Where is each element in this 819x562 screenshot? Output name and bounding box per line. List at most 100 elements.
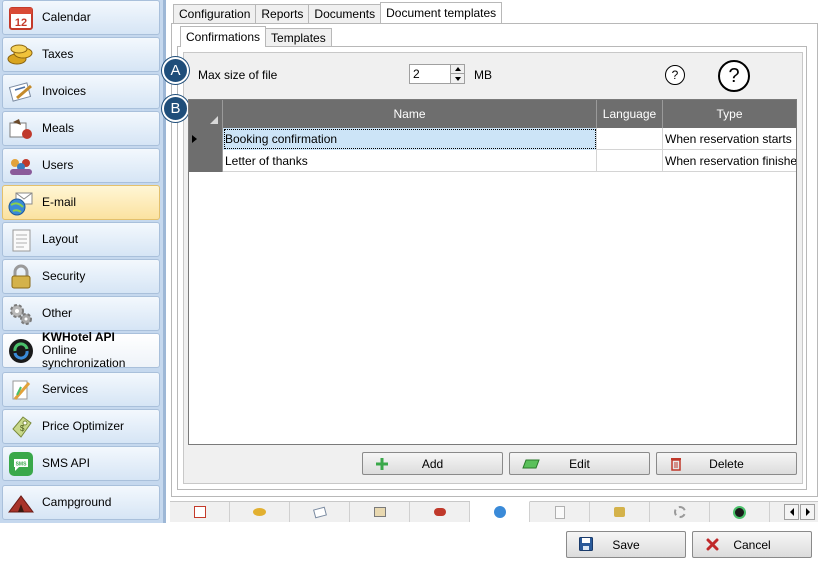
table-row[interactable]: Booking confirmation When reservation st… [189, 128, 796, 150]
layout-icon [6, 226, 36, 254]
shortcut-users[interactable] [410, 502, 470, 522]
sidebar-item-label: Campground [42, 495, 112, 509]
row-header[interactable] [189, 128, 223, 150]
sidebar-item-calendar[interactable]: 12 Calendar [2, 0, 160, 35]
svg-text:SMS: SMS [16, 461, 28, 467]
cell-language[interactable] [597, 150, 663, 172]
help-large-icon[interactable]: ? [718, 60, 750, 92]
section-shortcut-bar [170, 501, 818, 522]
sidebar-item-price-optimizer[interactable]: $ Price Optimizer [2, 409, 160, 444]
main-tab-bar: Configuration Reports Documents Document… [173, 2, 503, 23]
max-file-size-input[interactable] [410, 65, 450, 83]
edit-button[interactable]: Edit [509, 452, 650, 475]
sidebar-item-meals[interactable]: Meals [2, 111, 160, 146]
email-globe-icon [6, 189, 36, 217]
shortcut-email[interactable] [470, 501, 530, 522]
tab-document-templates[interactable]: Document templates [380, 2, 503, 23]
column-header-language[interactable]: Language [597, 100, 663, 128]
cell-type[interactable]: When reservation finishes [663, 150, 796, 172]
shortcut-layout[interactable] [530, 502, 590, 522]
column-header-name[interactable]: Name [223, 100, 597, 128]
stepper-up-button[interactable] [450, 65, 464, 74]
services-icon [6, 376, 36, 404]
sms-icon: SMS [6, 450, 36, 478]
table-row[interactable]: Letter of thanks When reservation finish… [189, 150, 796, 172]
grid-corner-header[interactable] [189, 100, 223, 128]
cancel-button[interactable]: Cancel [692, 531, 812, 558]
help-small-icon[interactable]: ? [665, 65, 685, 85]
sidebar-item-users[interactable]: Users [2, 148, 160, 183]
sidebar-item-label: Calendar [42, 10, 91, 24]
shortcut-invoices[interactable] [290, 502, 350, 522]
sidebar-item-label: Services [42, 382, 89, 396]
save-button[interactable]: Save [566, 531, 686, 558]
sidebar-item-label: SMS API [42, 456, 91, 470]
arrow-left-icon [789, 508, 794, 516]
price-tag-icon: $ [6, 413, 36, 441]
shortcut-kwhotel-api[interactable] [710, 502, 770, 522]
sidebar-item-email[interactable]: E-mail [2, 185, 160, 220]
sub-tab-bar: Confirmations Templates [180, 26, 332, 47]
sidebar-item-sms-api[interactable]: SMS SMS API [2, 446, 160, 481]
sidebar-item-layout[interactable]: Layout [2, 222, 160, 257]
cell-name[interactable]: Letter of thanks [223, 150, 597, 172]
cell-type[interactable]: When reservation starts [663, 128, 796, 150]
tab-configuration[interactable]: Configuration [173, 4, 257, 23]
tab-documents[interactable]: Documents [308, 4, 382, 23]
cell-name[interactable]: Booking confirmation [223, 128, 597, 150]
scroll-left-button[interactable] [784, 504, 799, 520]
add-button[interactable]: Add [362, 452, 503, 475]
row-header[interactable] [189, 150, 223, 172]
sidebar-item-label: Other [42, 306, 73, 320]
invoice-icon [6, 78, 36, 106]
users-icon [433, 508, 446, 516]
email-globe-icon [493, 506, 506, 518]
campground-icon [6, 489, 36, 517]
tab-reports[interactable]: Reports [255, 4, 310, 23]
column-header-type[interactable]: Type [663, 100, 796, 128]
sidebar-item-label: Meals [42, 121, 75, 135]
layout-icon [554, 505, 565, 519]
stepper-down-button[interactable] [450, 74, 464, 83]
scroll-right-button[interactable] [800, 504, 815, 520]
coins-icon [253, 508, 266, 516]
tab-templates[interactable]: Templates [265, 28, 332, 47]
shortcut-security[interactable] [590, 502, 650, 522]
users-icon [6, 152, 36, 180]
invoice-icon [312, 506, 327, 518]
floppy-disk-icon [579, 537, 593, 551]
sidebar-item-services[interactable]: Services [2, 372, 160, 407]
coins-icon [6, 41, 36, 69]
sync-icon [6, 337, 36, 365]
svg-text:12: 12 [15, 17, 27, 29]
sidebar-item-label: E-mail [42, 195, 77, 209]
current-row-arrow-icon [192, 135, 197, 143]
sidebar-item-taxes[interactable]: Taxes [2, 37, 160, 72]
shortcut-calendar[interactable] [170, 502, 230, 522]
sidebar-item-label: Security [42, 269, 86, 283]
lock-icon [614, 507, 625, 517]
sidebar-item-campground[interactable]: Campground [2, 485, 160, 520]
max-file-size-stepper[interactable] [409, 64, 465, 84]
corner-triangle-icon [210, 116, 218, 124]
sidebar-item-label: Invoices [42, 84, 87, 98]
tab-confirmations[interactable]: Confirmations [180, 26, 267, 47]
arrow-down-icon [454, 76, 461, 81]
sidebar-item-label: Taxes [42, 47, 74, 61]
callout-badge-a: A [162, 57, 189, 84]
shortcut-other[interactable] [650, 502, 710, 522]
delete-button[interactable]: Delete [656, 452, 797, 475]
gears-icon [673, 506, 686, 518]
templates-grid: Name Language Type Booking confirmation … [188, 99, 797, 445]
shortcut-taxes[interactable] [230, 502, 290, 522]
sidebar-item-kwhotel-api[interactable]: KWHotel API Online synchronization [2, 331, 160, 370]
cell-language[interactable] [597, 128, 663, 150]
sidebar-item-other[interactable]: Other [2, 296, 160, 331]
shortcut-meals[interactable] [350, 502, 410, 522]
sidebar-item-security[interactable]: Security [2, 259, 160, 294]
trash-icon [669, 457, 683, 471]
file-size-unit: MB [474, 68, 492, 82]
sidebar-item-sublabel: Online synchronization [42, 343, 126, 370]
eraser-icon [522, 457, 540, 471]
sidebar-item-invoices[interactable]: Invoices [2, 74, 160, 109]
